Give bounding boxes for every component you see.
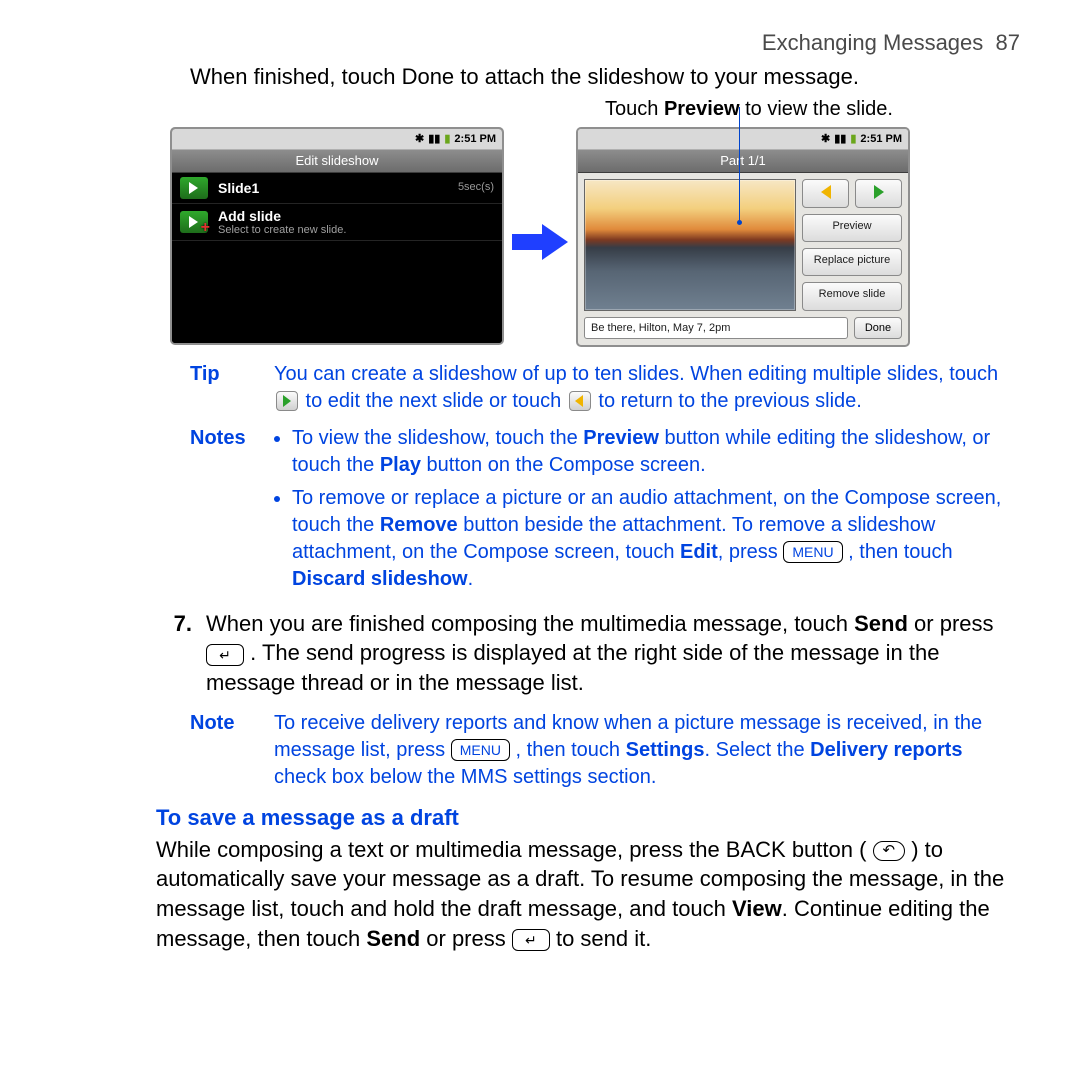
prev-slide-button[interactable] (802, 179, 849, 208)
bluetooth-icon: ✱ (821, 132, 830, 145)
running-header: Exchanging Messages 87 (60, 30, 1020, 56)
edit-slideshow-screen: ✱ ▮▮ ▮ 2:51 PM Edit slideshow Slide1 5se… (170, 127, 504, 345)
step-7: 7. When you are finished composing the m… (170, 609, 1020, 698)
battery-icon: ▮ (850, 132, 856, 145)
add-slide-title: Add slide (218, 208, 494, 224)
slide-title: Slide1 (218, 180, 458, 196)
slide-list: Slide1 5sec(s) Add slide Select to creat… (172, 173, 502, 343)
signal-icon: ▮▮ (834, 132, 846, 145)
step-number: 7. (170, 609, 192, 698)
note-item: To view the slideshow, touch the Preview… (292, 425, 1020, 479)
preview-slide-screen: ✱ ▮▮ ▮ 2:51 PM Part 1/1 Preview Replace … (576, 127, 910, 347)
add-slide-icon (180, 211, 208, 233)
signal-icon: ▮▮ (428, 132, 440, 145)
note-body: To receive delivery reports and know whe… (274, 710, 1020, 791)
tip-label: Tip (190, 361, 256, 415)
note-block: Note To receive delivery reports and kno… (190, 710, 1020, 791)
slide-icon (180, 177, 208, 199)
callout-caption: Touch Preview to view the slide. (605, 98, 1020, 121)
screen-title: Edit slideshow (172, 149, 502, 173)
notes-label: Notes (190, 425, 256, 599)
notes-body: To view the slideshow, touch the Preview… (274, 425, 1020, 599)
clock: 2:51 PM (860, 133, 902, 145)
next-icon (276, 391, 298, 411)
slide-duration: 5sec(s) (458, 177, 494, 193)
screen-title: Part 1/1 (578, 149, 908, 173)
draft-heading: To save a message as a draft (156, 805, 1020, 831)
screenshots-row: ✱ ▮▮ ▮ 2:51 PM Edit slideshow Slide1 5se… (60, 127, 1020, 347)
next-slide-button[interactable] (855, 179, 902, 208)
draft-paragraph: While composing a text or multimedia mes… (156, 835, 1020, 954)
list-item[interactable]: Slide1 5sec(s) (172, 173, 502, 204)
prev-icon (569, 391, 591, 411)
tip-block: Tip You can create a slideshow of up to … (190, 361, 1020, 415)
slide-image (584, 179, 796, 311)
intro-text: When finished, touch Done to attach the … (190, 62, 1020, 92)
note-label: Note (190, 710, 256, 791)
clock: 2:51 PM (454, 133, 496, 145)
add-slide-sub: Select to create new slide. (218, 224, 494, 236)
status-bar: ✱ ▮▮ ▮ 2:51 PM (172, 129, 502, 149)
enter-key-icon: ↵ (206, 644, 244, 666)
step-text: When you are finished composing the mult… (206, 609, 1020, 698)
arrow-icon (512, 222, 568, 262)
remove-slide-button[interactable]: Remove slide (802, 282, 902, 310)
manual-page: Exchanging Messages 87 When finished, to… (0, 0, 1080, 1080)
note-item: To remove or replace a picture or an aud… (292, 485, 1020, 593)
enter-key-icon: ↵ (512, 929, 550, 951)
list-item[interactable]: Add slide Select to create new slide. (172, 204, 502, 241)
bluetooth-icon: ✱ (415, 132, 424, 145)
battery-icon: ▮ (444, 132, 450, 145)
callout-leader-line (739, 107, 740, 222)
back-key-icon: ↶ (873, 841, 906, 861)
preview-button[interactable]: Preview (802, 214, 902, 242)
done-button[interactable]: Done (854, 317, 902, 339)
replace-picture-button[interactable]: Replace picture (802, 248, 902, 276)
status-bar: ✱ ▮▮ ▮ 2:51 PM (578, 129, 908, 149)
tip-body: You can create a slideshow of up to ten … (274, 361, 1020, 415)
section-title: Exchanging Messages (762, 30, 983, 55)
caption-input[interactable]: Be there, Hilton, May 7, 2pm (584, 317, 848, 339)
elev-notes-block: Notes To view the slideshow, touch the P… (190, 425, 1020, 599)
page-number: 87 (996, 30, 1020, 55)
